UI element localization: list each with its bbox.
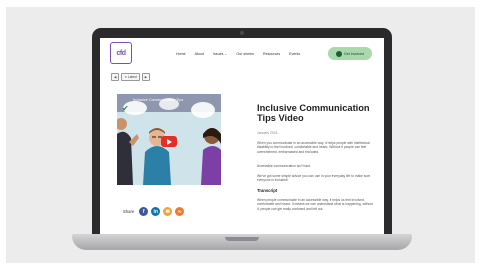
latest-tag[interactable]: ✕ Latest (121, 73, 140, 81)
laptop-screen-frame: cfd Home About Issues ⌄ Our stories Reso… (92, 28, 392, 235)
play-button[interactable] (161, 136, 177, 147)
share-label: Share (123, 209, 135, 214)
user-icon (336, 50, 342, 57)
stage: cfd Home About Issues ⌄ Our stories Reso… (0, 0, 481, 270)
article-paragraph-1: When you communicate in an accessible wa… (257, 141, 370, 154)
logo-text: cfd (116, 49, 127, 57)
back-button[interactable]: ◀ (111, 73, 120, 81)
nav-item-about[interactable]: About (195, 52, 204, 56)
camera-icon (240, 31, 244, 35)
nav-item-resources[interactable]: Resources (263, 52, 280, 56)
check-icon: ✔ (122, 104, 129, 113)
laptop-base (72, 234, 412, 250)
share-bar: Share f in ✉ ∞ (123, 207, 185, 216)
get-involved-button[interactable]: Get involved (328, 47, 372, 60)
article-paragraph-3: We've got some simple advice you can use… (257, 174, 371, 183)
site-header: cfd Home About Issues ⌄ Our stories Reso… (100, 38, 384, 68)
laptop-notch (225, 237, 259, 241)
video-title: Inclusive Communication Tips (133, 98, 184, 102)
video-player[interactable]: Inclusive Communication Tips ✔ (117, 94, 221, 185)
breadcrumb: ◀ ✕ Latest ▶ (111, 73, 151, 81)
transcript-heading: Transcript (257, 188, 278, 193)
nav-item-our-stories[interactable]: Our stories (236, 52, 254, 56)
email-icon[interactable]: ✉ (163, 207, 173, 216)
nav-item-issues[interactable]: Issues ⌄ (213, 52, 227, 56)
transcript-paragraph: When people communicate in an accessible… (257, 198, 374, 211)
article-paragraph-2: Accessible communication isn't hard. (257, 164, 311, 168)
main-nav: Home About Issues ⌄ Our stories Resource… (176, 52, 309, 56)
article-date: January 2024 (257, 131, 278, 135)
article-title: Inclusive Communication Tips Video (257, 103, 370, 123)
link-icon[interactable]: ∞ (175, 207, 185, 216)
site-logo[interactable]: cfd (110, 42, 132, 64)
forward-button[interactable]: ▶ (141, 73, 151, 81)
nav-item-home[interactable]: Home (176, 52, 186, 56)
website-screen: cfd Home About Issues ⌄ Our stories Reso… (100, 38, 384, 234)
play-icon (167, 138, 172, 145)
get-involved-label: Get involved (344, 51, 364, 56)
facebook-icon[interactable]: f (139, 207, 149, 216)
nav-item-events[interactable]: Events (289, 52, 300, 56)
linkedin-icon[interactable]: in (151, 207, 161, 216)
